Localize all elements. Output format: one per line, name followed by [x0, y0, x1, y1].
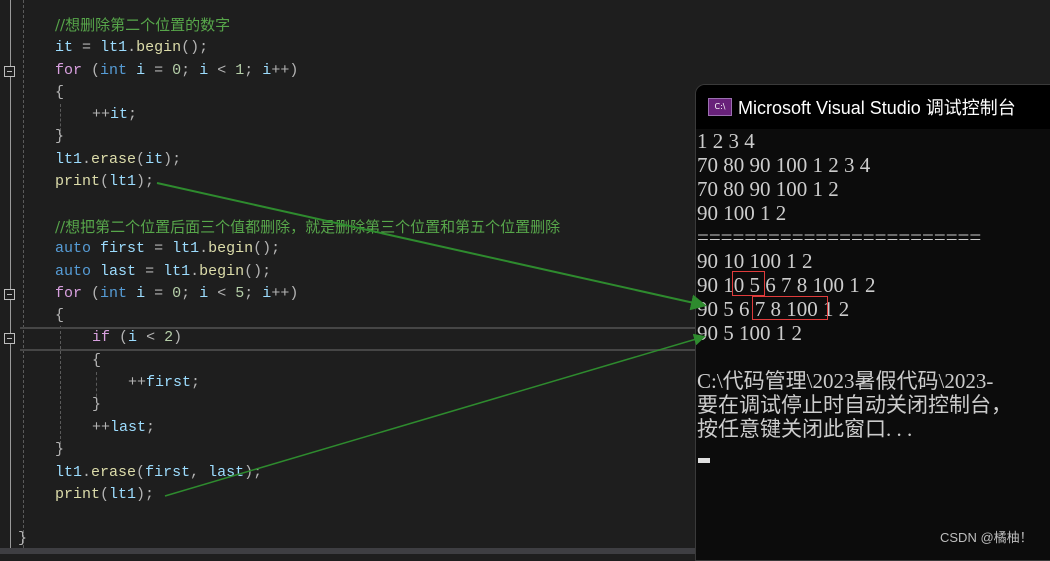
code-line: print(lt1); [55, 173, 155, 190]
code-line: auto first = lt1.begin(); [55, 240, 281, 257]
console-title: Microsoft Visual Studio 调试控制台 [738, 98, 1016, 118]
indent-guide [23, 0, 24, 548]
code-line: } [55, 441, 65, 458]
code-line: lt1.erase(first, last); [55, 464, 263, 481]
code-line: } [92, 396, 102, 413]
output-line: 90 10 100 1 2 [697, 249, 813, 273]
output-line: 70 80 90 100 1 2 [697, 177, 839, 201]
code-line: print(lt1); [55, 486, 155, 503]
code-line: } [55, 128, 65, 145]
output-message: 按任意键关闭此窗口. . . [697, 417, 913, 441]
code-comment: //想删除第二个位置的数字 [55, 16, 231, 34]
code-line: { [92, 352, 102, 369]
code-line: if (i < 2) [92, 329, 183, 346]
fold-toggle-icon[interactable] [4, 333, 15, 344]
code-line: } [18, 530, 28, 547]
debug-console-window[interactable]: C:\ Microsoft Visual Studio 调试控制台 1 2 3 … [695, 84, 1050, 561]
output-line: 70 80 90 100 1 2 3 4 [697, 153, 871, 177]
highlight-box-inserted [732, 271, 765, 296]
code-line: for (int i = 0; i < 5; i++) [55, 285, 299, 302]
console-title-bar[interactable]: C:\ Microsoft Visual Studio 调试控制台 [696, 85, 1050, 129]
code-line: for (int i = 0; i < 1; i++) [55, 62, 299, 79]
gutter-line [10, 0, 11, 548]
code-line: ++last; [92, 419, 156, 436]
csdn-watermark: CSDN @橘柚！ [940, 530, 1033, 545]
output-message: 要在调试停止时自动关闭控制台， [697, 393, 1012, 417]
code-line: { [55, 84, 65, 101]
console-cursor [698, 458, 710, 463]
output-line: 1 2 3 4 [697, 129, 755, 153]
code-comment: //想把第二个位置后面三个值都删除，就是删除第三个位置和第五个位置删除 [55, 218, 561, 236]
fold-toggle-icon[interactable] [4, 289, 15, 300]
fold-toggle-icon[interactable] [4, 66, 15, 77]
output-line: 90 5 100 1 2 [697, 321, 802, 345]
highlight-box-range [752, 296, 828, 320]
code-line: lt1.erase(it); [55, 151, 182, 168]
code-line: { [55, 307, 65, 324]
output-path: C:\代码管理\2023暑假代码\2023- [697, 369, 994, 393]
output-line: 90 5 6 7 8 100 1 2 [697, 297, 850, 321]
output-line: 90 100 1 2 [697, 201, 787, 225]
code-line: auto last = lt1.begin(); [55, 263, 272, 280]
code-line: ++it; [92, 106, 138, 123]
code-line: ++first; [128, 374, 201, 391]
code-line: it = lt1.begin(); [55, 39, 209, 56]
output-separator: ======================== [697, 225, 982, 249]
console-app-icon: C:\ [708, 98, 732, 116]
